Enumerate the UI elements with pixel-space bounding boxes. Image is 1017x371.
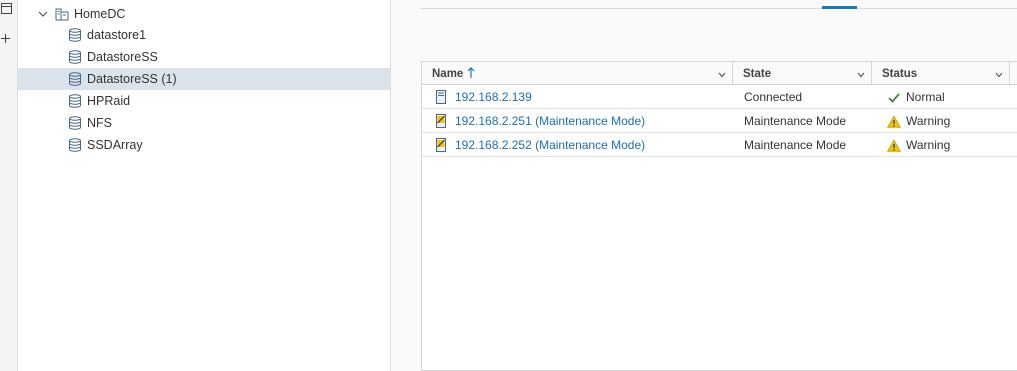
warning-icon: [886, 138, 902, 152]
column-header-label: Status: [882, 67, 918, 80]
tree-item-ssdarray[interactable]: SSDArray: [18, 134, 390, 156]
check-icon: [887, 91, 901, 104]
detail-pane: Name State Status 192.168.2.139 Connecte…: [391, 0, 1017, 371]
table-row[interactable]: 192.168.2.251 (Maintenance Mode) Mainten…: [422, 109, 1017, 133]
tree-item-label: NFS: [87, 116, 112, 130]
chevron-down-icon[interactable]: [857, 70, 865, 78]
status-cell: Normal: [887, 85, 945, 109]
column-header-status[interactable]: Status: [872, 62, 1010, 85]
state-cell: Connected: [744, 90, 803, 104]
chevron-down-icon[interactable]: [995, 70, 1003, 78]
tree-item-label: SSDArray: [87, 138, 143, 152]
datastore-icon: [68, 28, 82, 42]
host-name-cell[interactable]: 192.168.2.252 (Maintenance Mode): [436, 133, 645, 157]
state-cell: Maintenance Mode: [744, 114, 847, 128]
panel-icon[interactable]: [1, 3, 12, 16]
datastore-icon: [68, 50, 82, 64]
add-icon[interactable]: [1, 33, 10, 45]
tree-item-datastoress-1[interactable]: DatastoreSS (1): [18, 68, 390, 90]
table-row[interactable]: 192.168.2.139 Connected Normal: [422, 85, 1017, 109]
hosts-grid: Name State Status 192.168.2.139 Connecte…: [421, 61, 1017, 371]
column-header-label: Name: [432, 67, 464, 80]
column-header-name[interactable]: Name: [422, 62, 733, 85]
state-cell: Maintenance Mode: [744, 138, 847, 152]
warning-icon: [886, 114, 902, 128]
datastore-icon: [68, 94, 82, 108]
status-label: Warning: [906, 138, 951, 152]
app-root: HomeDC datastore1 DatastoreSS DatastoreS…: [0, 0, 1017, 371]
navigator-tree: HomeDC datastore1 DatastoreSS DatastoreS…: [18, 0, 391, 371]
datastore-icon: [68, 138, 82, 152]
active-tab-indicator[interactable]: [822, 6, 857, 9]
tab-bar-divider: [421, 8, 1017, 9]
tree-item-label: DatastoreSS (1): [87, 72, 177, 86]
tree-item-datastore1[interactable]: datastore1: [18, 24, 390, 46]
status-label: Warning: [906, 114, 951, 128]
tree-node-homedc[interactable]: HomeDC: [18, 3, 390, 25]
left-rail: [0, 0, 18, 371]
host-icon: [436, 90, 448, 104]
tree-item-nfs[interactable]: NFS: [18, 112, 390, 134]
status-cell: Warning: [886, 133, 951, 157]
chevron-down-icon[interactable]: [37, 8, 49, 20]
datastore-icon: [68, 72, 82, 86]
host-name-link[interactable]: 192.168.2.139: [455, 90, 532, 104]
tree-item-hpraid[interactable]: HPRaid: [18, 90, 390, 112]
tree-item-label: DatastoreSS: [87, 50, 158, 64]
tree-item-label: HPRaid: [87, 94, 131, 108]
host-name-link[interactable]: 192.168.2.251 (Maintenance Mode): [455, 114, 645, 128]
sort-ascending-icon: [467, 66, 475, 81]
host-name-cell[interactable]: 192.168.2.139: [436, 85, 532, 109]
host-maintenance-icon: [436, 114, 448, 128]
tree-item-datastoress[interactable]: DatastoreSS: [18, 46, 390, 68]
tree-item-label: datastore1: [87, 28, 147, 42]
grid-header: Name State Status: [422, 62, 1017, 85]
chevron-down-icon[interactable]: [718, 70, 726, 78]
status-cell: Warning: [886, 109, 951, 133]
datastore-icon: [68, 116, 82, 130]
table-row[interactable]: 192.168.2.252 (Maintenance Mode) Mainten…: [422, 133, 1017, 157]
column-header-label: State: [743, 67, 772, 80]
tree-node-label: HomeDC: [74, 7, 126, 21]
datacenter-icon: [55, 7, 69, 21]
status-label: Normal: [906, 90, 945, 104]
column-header-state[interactable]: State: [733, 62, 872, 85]
host-maintenance-icon: [436, 138, 448, 152]
host-name-link[interactable]: 192.168.2.252 (Maintenance Mode): [455, 138, 645, 152]
host-name-cell[interactable]: 192.168.2.251 (Maintenance Mode): [436, 109, 645, 133]
